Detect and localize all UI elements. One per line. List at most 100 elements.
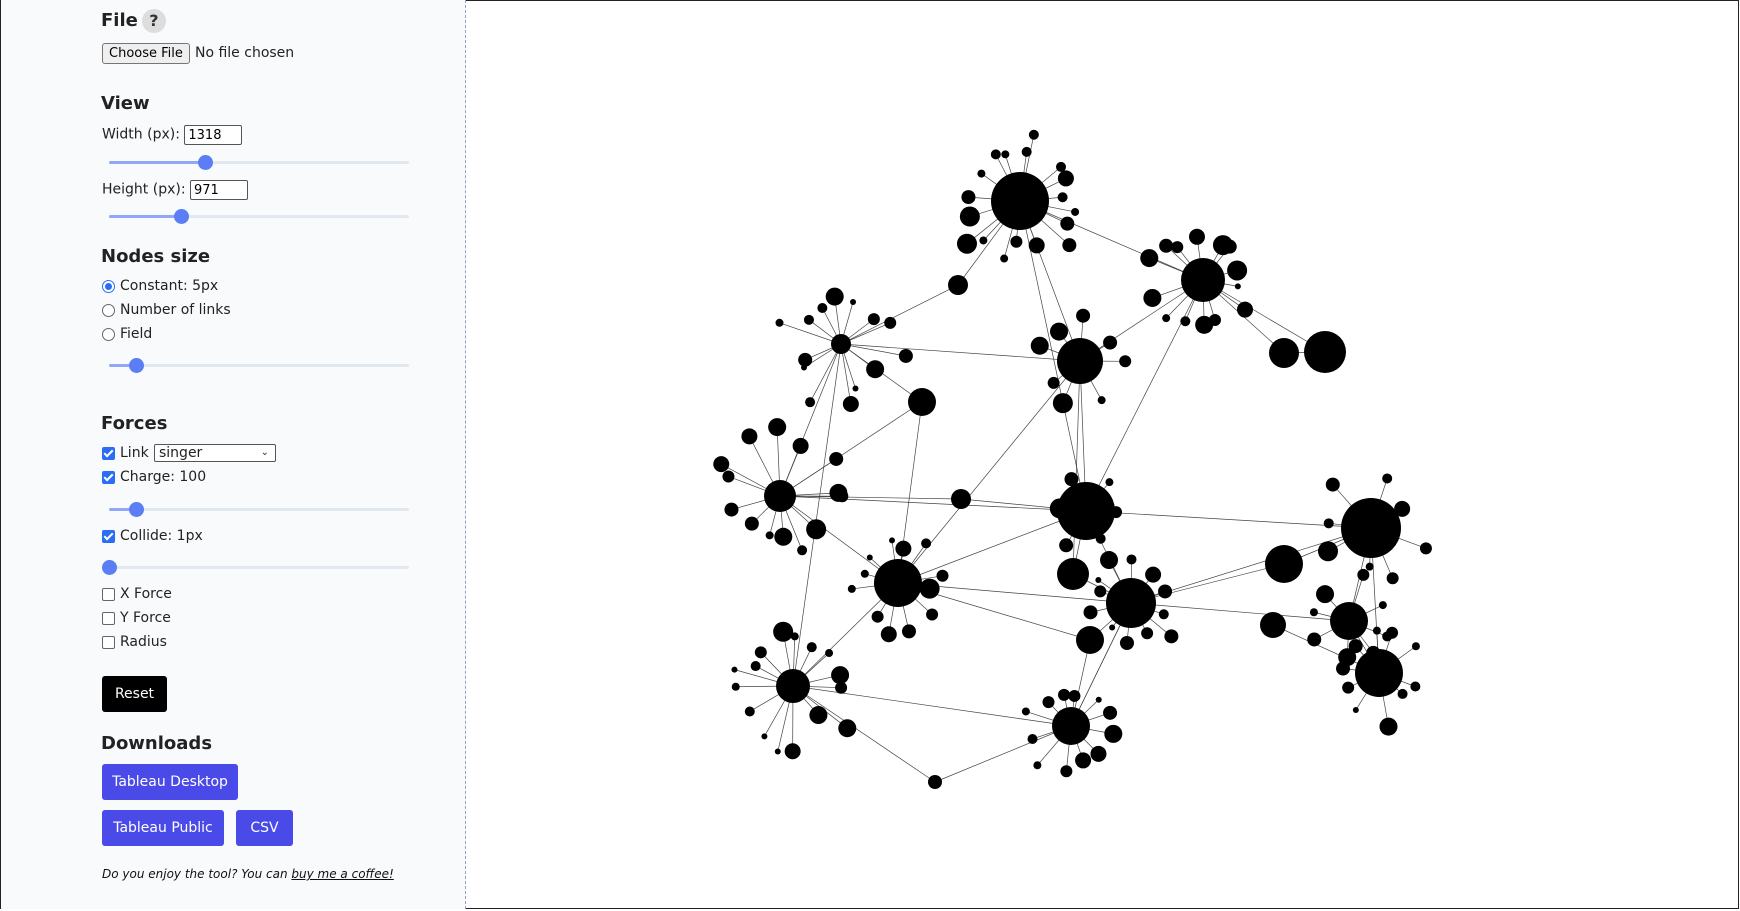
graph-node[interactable]: [1001, 150, 1010, 159]
graph-node[interactable]: [1058, 688, 1071, 701]
graph-node[interactable]: [713, 456, 730, 473]
graph-node[interactable]: [1140, 249, 1159, 268]
graph-node[interactable]: [1386, 572, 1399, 585]
graph-node[interactable]: [1083, 605, 1098, 620]
graph-node[interactable]: [948, 275, 968, 295]
graph-node[interactable]: [852, 385, 859, 392]
radio-links-button[interactable]: [102, 303, 115, 317]
graph-node[interactable]: [1141, 627, 1154, 640]
graph-node[interactable]: [919, 578, 940, 599]
graph-node[interactable]: [1341, 498, 1401, 558]
radio-field-button[interactable]: [102, 327, 115, 341]
graph-node[interactable]: [1050, 322, 1069, 341]
graph-node[interactable]: [750, 661, 761, 672]
graph-node[interactable]: [1188, 228, 1205, 245]
buy-coffee-link[interactable]: buy me a coffee!: [291, 867, 393, 881]
graph-node[interactable]: [1336, 661, 1351, 676]
graph-node[interactable]: [1164, 629, 1179, 644]
width-slider[interactable]: [109, 155, 409, 170]
graph-node[interactable]: [1145, 566, 1162, 583]
graph-node[interactable]: [731, 666, 738, 673]
graph-node[interactable]: [829, 483, 848, 502]
graph-node[interactable]: [895, 540, 912, 557]
height-slider[interactable]: [109, 209, 409, 224]
graph-node[interactable]: [1126, 554, 1137, 565]
graph-node[interactable]: [1071, 207, 1080, 216]
graph-node[interactable]: [991, 172, 1049, 230]
graph-node[interactable]: [754, 646, 767, 659]
charge-slider[interactable]: [109, 502, 409, 517]
graph-node[interactable]: [1028, 129, 1039, 140]
graph-node[interactable]: [1062, 238, 1077, 253]
graph-node[interactable]: [936, 569, 949, 582]
graph-node[interactable]: [1382, 473, 1393, 484]
graph-node[interactable]: [806, 519, 827, 540]
x-force-row[interactable]: X Force: [102, 586, 172, 602]
graph-node[interactable]: [1227, 260, 1248, 281]
graph-node[interactable]: [926, 608, 939, 621]
graph-node[interactable]: [1075, 752, 1092, 769]
graph-node[interactable]: [1094, 585, 1107, 598]
graph-node[interactable]: [803, 314, 814, 325]
graph-node[interactable]: [765, 531, 774, 540]
graph-node[interactable]: [928, 775, 942, 789]
graph-node[interactable]: [838, 719, 857, 738]
graph-node[interactable]: [1143, 288, 1162, 307]
graph-node[interactable]: [1057, 558, 1089, 590]
graph-node[interactable]: [1095, 577, 1102, 584]
graph-node[interactable]: [722, 470, 735, 483]
graph-node[interactable]: [1410, 681, 1421, 692]
graph-node[interactable]: [956, 233, 977, 254]
radius-force-row[interactable]: Radius: [102, 634, 167, 650]
graph-node[interactable]: [1097, 396, 1106, 405]
graph-node[interactable]: [1342, 681, 1355, 694]
graph-node[interactable]: [961, 190, 976, 205]
graph-node[interactable]: [774, 527, 793, 546]
graph-node[interactable]: [831, 334, 851, 354]
graph-node[interactable]: [884, 316, 897, 329]
graph-node[interactable]: [764, 480, 796, 512]
width-slider-thumb[interactable]: [198, 155, 213, 170]
graph-node[interactable]: [1386, 626, 1399, 639]
collide-checkbox[interactable]: [102, 529, 115, 543]
graph-node[interactable]: [1068, 689, 1081, 702]
reset-button[interactable]: Reset: [102, 676, 167, 712]
graph-node[interactable]: [792, 437, 809, 454]
graph-node[interactable]: [831, 666, 850, 685]
radio-number-of-links[interactable]: Number of links: [102, 302, 231, 318]
graph-node[interactable]: [825, 287, 844, 306]
graph-node[interactable]: [1060, 216, 1075, 231]
graph-node[interactable]: [1316, 585, 1335, 604]
graph-node[interactable]: [817, 303, 828, 314]
graph-node[interactable]: [829, 451, 844, 466]
graph-node[interactable]: [847, 584, 856, 593]
graph-node[interactable]: [1021, 707, 1030, 716]
graph-node[interactable]: [1104, 724, 1123, 743]
link-force-row[interactable]: Link: [102, 445, 149, 461]
graph-node[interactable]: [866, 554, 873, 561]
collide-slider-thumb[interactable]: [102, 560, 117, 575]
graph-node[interactable]: [850, 299, 857, 306]
graph-node[interactable]: [1330, 602, 1368, 640]
graph-node[interactable]: [1052, 707, 1090, 745]
graph-node[interactable]: [979, 236, 988, 245]
charge-checkbox[interactable]: [102, 470, 115, 484]
graph-node[interactable]: [1171, 241, 1184, 254]
graph-node[interactable]: [1000, 254, 1009, 263]
graph-node[interactable]: [860, 569, 869, 578]
graph-node[interactable]: [1042, 696, 1055, 709]
graph-node[interactable]: [805, 397, 816, 408]
graph-node[interactable]: [1105, 478, 1114, 487]
charge-force-row[interactable]: Charge: 100: [102, 469, 206, 485]
graph-node[interactable]: [1222, 239, 1237, 254]
graph-node[interactable]: [1057, 192, 1068, 203]
graph-node[interactable]: [1095, 696, 1102, 703]
graph-node[interactable]: [1323, 518, 1334, 529]
graph-node[interactable]: [776, 669, 810, 703]
graph-node[interactable]: [1057, 482, 1115, 540]
graph-node[interactable]: [1181, 258, 1225, 302]
link-field-select[interactable]: singer ⌄: [154, 444, 276, 462]
y-force-checkbox[interactable]: [102, 611, 115, 625]
graph-node[interactable]: [773, 621, 794, 642]
height-input[interactable]: [190, 180, 248, 200]
